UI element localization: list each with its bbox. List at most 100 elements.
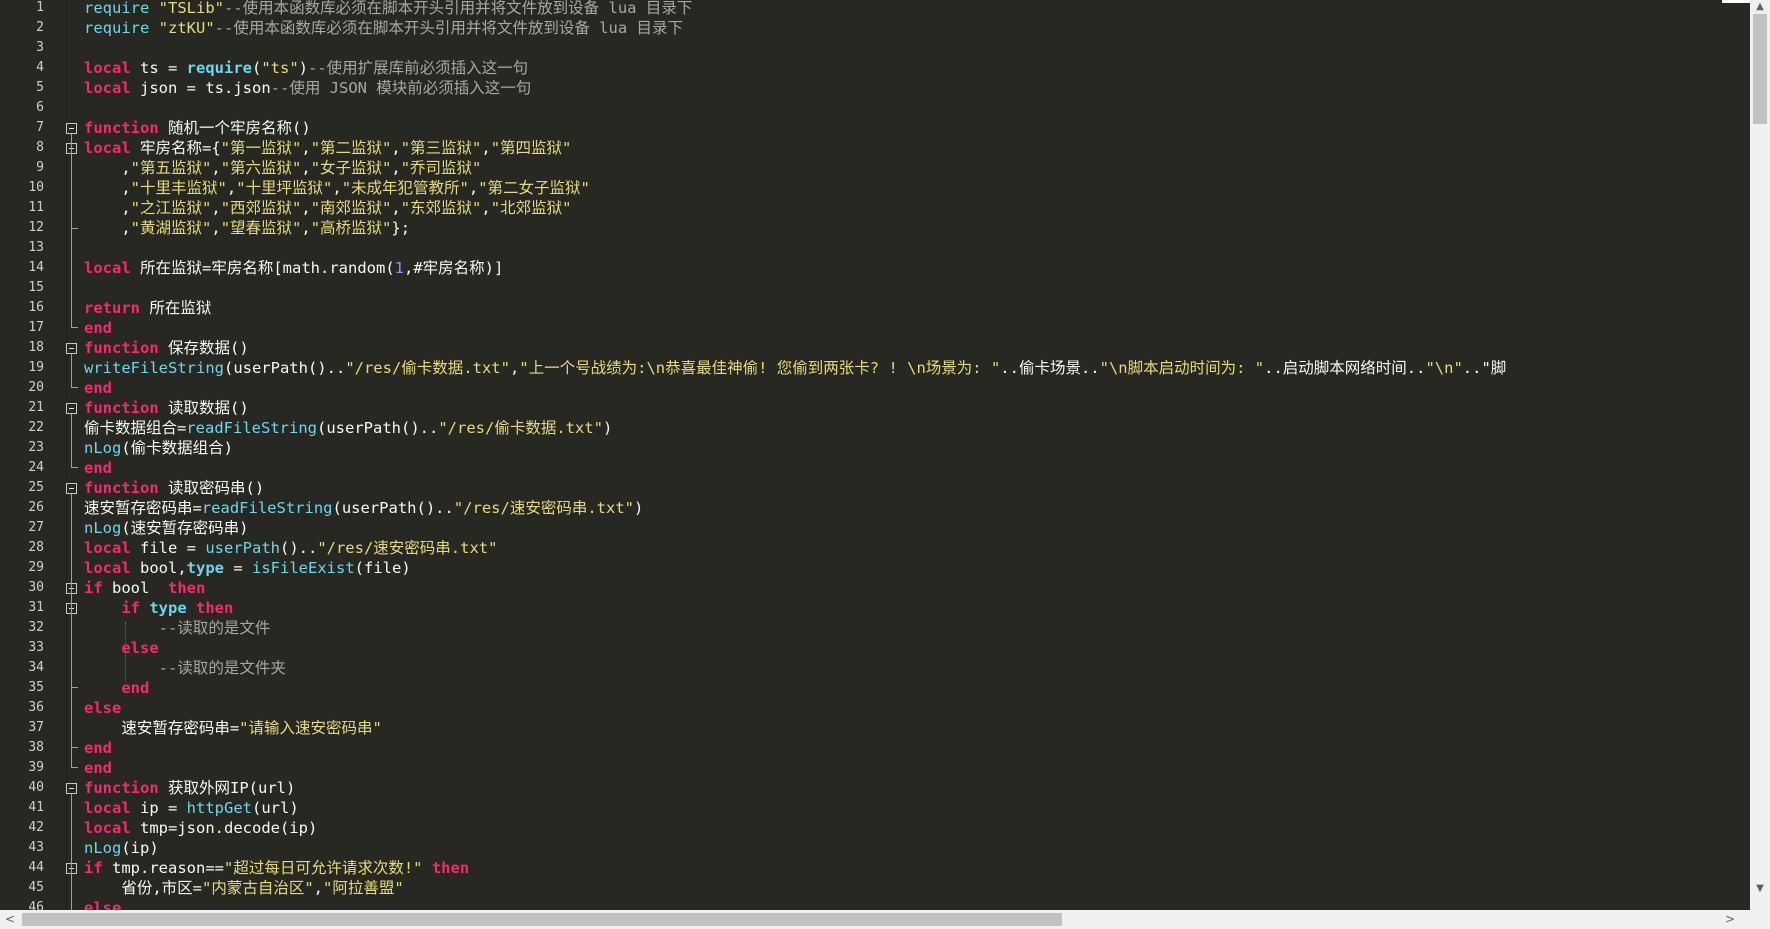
code-line[interactable]: function 获取外网IP(url)	[84, 778, 295, 798]
code-line[interactable]: local 所在监狱=牢房名称[math.random(1,#牢房名称)]	[84, 258, 503, 278]
scroll-left-icon[interactable]: <	[0, 910, 20, 929]
code-line[interactable]: local bool,type = isFileExist(file)	[84, 558, 411, 578]
fold-end-marker	[71, 687, 78, 688]
vertical-scroll-thumb[interactable]	[1753, 14, 1767, 124]
code-token: ,	[468, 179, 479, 197]
code-token: ,	[301, 159, 311, 177]
code-line[interactable]: else	[84, 638, 158, 658]
horizontal-scroll-thumb[interactable]	[22, 913, 1062, 926]
code-token: "请输入速安密码串"	[239, 719, 382, 737]
code-line[interactable]: local json = ts.json--使用 JSON 模块前必须插入这一句	[84, 78, 531, 98]
code-line[interactable]: return 所在监狱	[84, 298, 211, 318]
vertical-scrollbar[interactable]: ▲ ▼	[1750, 0, 1770, 910]
code-line[interactable]: nLog(偷卡数据组合)	[84, 438, 233, 458]
scroll-right-icon[interactable]: >	[1720, 910, 1740, 929]
code-token: if	[84, 859, 103, 877]
code-line[interactable]: require "TSLib"--使用本函数库必须在脚本开头引用并将文件放到设备…	[84, 0, 692, 18]
code-token: "\n"	[1425, 359, 1463, 377]
code-token: end	[84, 379, 112, 397]
code-token: "/res/偷卡数据.txt"	[345, 359, 510, 377]
line-number: 37	[28, 720, 44, 735]
code-token: ..启动脚本网络时间..	[1264, 359, 1426, 377]
code-line[interactable]: function 读取数据()	[84, 398, 249, 418]
horizontal-scrollbar[interactable]: < >	[0, 910, 1770, 929]
code-line[interactable]: if tmp.reason=="超过每日可允许请求次数!" then	[84, 858, 469, 878]
fold-toggle-icon[interactable]	[66, 343, 77, 354]
code-token: "/res/速安密码串.txt"	[317, 539, 498, 557]
code-token: readFileString	[201, 499, 333, 517]
code-line[interactable]: end	[84, 738, 112, 758]
minimap-marker	[1722, 0, 1750, 3]
code-line[interactable]: local tmp=json.decode(ip)	[84, 818, 317, 838]
line-number: 35	[28, 680, 44, 695]
code-editor[interactable]: 1 2 3 4 5 6 7 8 9 10 11 12 13 14 15 16 17 18 19 20 21 22 23 24 2…	[0, 0, 1770, 929]
fold-toggle-icon[interactable]	[66, 483, 77, 494]
code-line[interactable]: local ts = require("ts")--使用扩展库前必须插入这一句	[84, 58, 528, 78]
code-token: local	[84, 59, 131, 77]
scroll-up-icon[interactable]: ▲	[1750, 0, 1770, 14]
code-token: (偷卡数据组合)	[121, 439, 233, 457]
code-token: tmp=json.decode(ip)	[130, 819, 318, 837]
line-number: 25	[28, 480, 44, 495]
code-line[interactable]: require "ztKU"--使用本函数库必须在脚本开头引用并将文件放到设备 …	[84, 18, 683, 38]
line-number: 2	[36, 20, 44, 35]
line-number: 16	[28, 300, 44, 315]
code-line[interactable]: end	[84, 378, 112, 398]
code-token: function	[84, 479, 159, 497]
line-number: 15	[28, 280, 44, 295]
code-token: 省份,市区=	[84, 879, 202, 897]
code-line[interactable]: local 牢房名称={"第一监狱","第二监狱","第三监狱","第四监狱"	[84, 138, 571, 158]
line-number: 18	[28, 340, 44, 355]
line-number: 22	[28, 420, 44, 435]
code-line[interactable]: writeFileString(userPath().."/res/偷卡数据.t…	[84, 358, 1506, 378]
code-line[interactable]: ,"第五监狱","第六监狱","女子监狱","乔司监狱"	[84, 158, 481, 178]
code-token: "北郊监狱"	[490, 199, 572, 217]
code-token: (ip)	[121, 839, 159, 857]
line-number: 14	[28, 260, 44, 275]
code-line[interactable]: end	[84, 318, 112, 338]
code-line[interactable]: if bool then	[84, 578, 205, 598]
fold-toggle-icon[interactable]	[66, 123, 77, 134]
code-line[interactable]: --读取的是文件夹	[84, 658, 286, 678]
code-token: nLog	[84, 519, 122, 537]
code-line[interactable]: function 随机一个牢房名称()	[84, 118, 311, 138]
fold-end-marker	[71, 387, 78, 388]
code-token: ,	[481, 199, 491, 217]
code-line[interactable]: ,"十里丰监狱","十里坪监狱","未成年犯管教所","第二女子监狱"	[84, 178, 590, 198]
code-token: ,	[313, 879, 324, 897]
code-token: readFileString	[186, 419, 317, 437]
code-token: "超过每日可允许请求次数!"	[224, 859, 423, 877]
fold-guide	[71, 494, 72, 767]
code-area[interactable]: require "TSLib"--使用本函数库必须在脚本开头引用并将文件放到设备…	[84, 0, 1750, 910]
code-line[interactable]: nLog(速安暂存密码串)	[84, 518, 249, 538]
code-line[interactable]: function 保存数据()	[84, 338, 249, 358]
line-number: 31	[28, 600, 44, 615]
fold-toggle-icon[interactable]	[66, 783, 77, 794]
code-token: "南郊监狱"	[310, 199, 392, 217]
scroll-down-icon[interactable]: ▼	[1750, 882, 1770, 896]
code-line[interactable]: 省份,市区="内蒙古自治区","阿拉善盟"	[84, 878, 403, 898]
fold-toggle-icon[interactable]	[66, 403, 77, 414]
code-line[interactable]: function 读取密码串()	[84, 478, 264, 498]
code-line[interactable]: ,"黄湖监狱","望春监狱","高桥监狱"};	[84, 218, 410, 238]
code-line[interactable]: --读取的是文件	[84, 618, 271, 638]
code-line[interactable]: if type then	[84, 598, 233, 618]
code-line[interactable]: local file = userPath().."/res/速安密码串.txt…	[84, 538, 497, 558]
code-line[interactable]: 速安暂存密码串="请输入速安密码串"	[84, 718, 382, 738]
code-line[interactable]: ,"之江监狱","西郊监狱","南郊监狱","东郊监狱","北郊监狱"	[84, 198, 571, 218]
code-line[interactable]: nLog(ip)	[84, 838, 159, 858]
code-token: "/res/速安密码串.txt"	[453, 499, 634, 517]
code-line[interactable]: end	[84, 758, 112, 778]
code-line[interactable]: else	[84, 898, 121, 910]
code-line[interactable]: 偷卡数据组合=readFileString(userPath().."/res/…	[84, 418, 612, 438]
code-line[interactable]: local ip = httpGet(url)	[84, 798, 299, 818]
code-line[interactable]: end	[84, 458, 112, 478]
code-line[interactable]: 速安暂存密码串=readFileString(userPath().."/res…	[84, 498, 643, 518]
code-token: else	[84, 899, 122, 910]
code-line[interactable]: else	[84, 698, 121, 718]
code-token: --使用扩展库前必须插入这一句	[308, 59, 529, 77]
code-line[interactable]: end	[84, 678, 149, 698]
